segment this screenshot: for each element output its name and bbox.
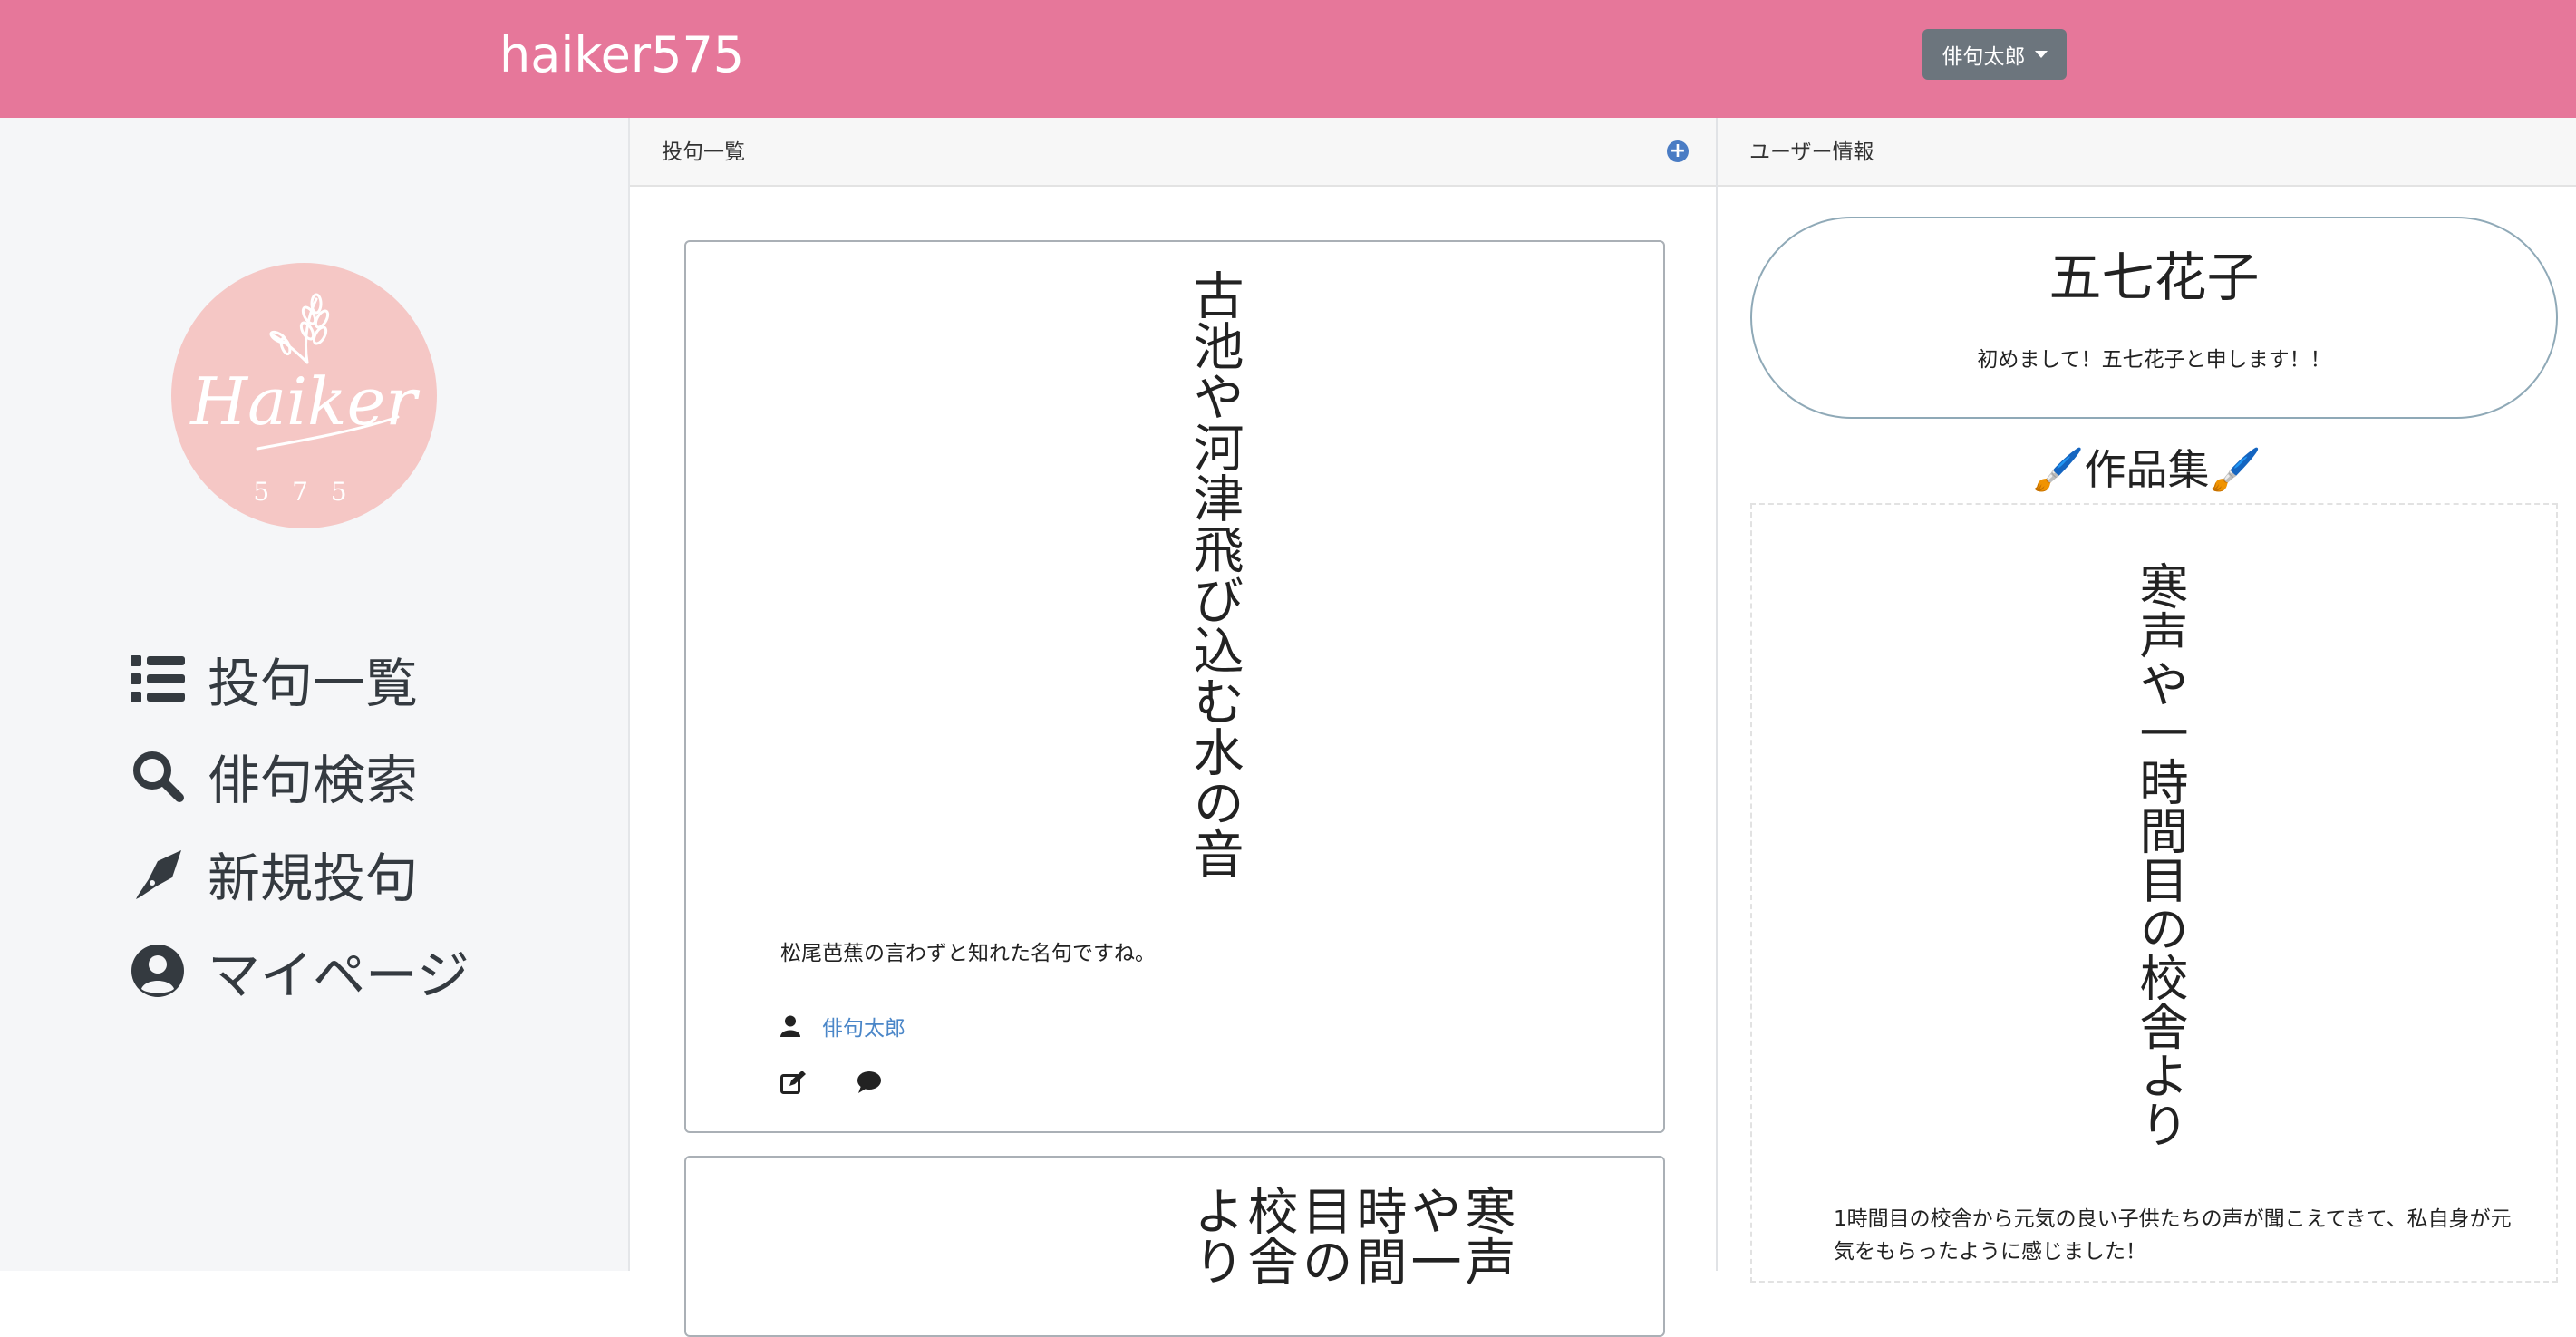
profile-bio: 初めまして！五七花子と申します！！ [1977, 348, 2331, 372]
post-list-title: 投句一覧 [662, 140, 745, 164]
wheat-icon: Haiker 5 7 5 [189, 293, 420, 507]
post-comment: 松尾芭蕉の言わずと知れた名句ですね。 [780, 942, 1156, 965]
svg-text:Haiker: Haiker [189, 363, 420, 440]
sidebar-item-label: 俳句検索 [208, 750, 419, 811]
comment-icon[interactable] [857, 1071, 882, 1094]
haiku-text: 寒声や一時間目の校舎より [2131, 561, 2188, 1148]
haiku-text: 寒声や一時間目の校舎より [1185, 1185, 1516, 1286]
sidebar: Haiker 5 7 5 投句一覧 俳句検索 新規投句 マイページ [0, 118, 630, 1271]
post-author-row: 俳句太郎 [780, 1011, 905, 1042]
pen-icon [130, 846, 186, 902]
author-link[interactable]: 俳句太郎 [822, 1011, 905, 1042]
sidebar-item-new-post[interactable]: 新規投句 [130, 836, 418, 912]
sidebar-item-label: 新規投句 [208, 848, 419, 909]
add-post-icon[interactable]: + [1667, 140, 1689, 162]
sidebar-item-label: マイページ [208, 945, 470, 1006]
post-actions [780, 1071, 882, 1094]
post-card: 寒声や一時間目の校舎より [684, 1156, 1665, 1337]
sidebar-item-my-page[interactable]: マイページ [130, 933, 470, 1009]
user-icon [780, 1015, 800, 1037]
sidebar-item-haiku-search[interactable]: 俳句検索 [130, 738, 418, 814]
edit-icon[interactable] [780, 1071, 806, 1094]
brand-logo-text[interactable]: haiker575 [499, 20, 744, 91]
svg-text:5 7 5: 5 7 5 [253, 477, 353, 507]
user-menu-dropdown[interactable]: 俳句太郎 [1922, 29, 2067, 80]
user-info-header: ユーザー情報 [1718, 118, 2576, 187]
user-info-title: ユーザー情報 [1749, 140, 1874, 164]
work-comment: 1時間目の校舎から元気の良い子供たちの声が聞こえてきて、私自身が元気をもらったよ… [1834, 1207, 2512, 1264]
sidebar-item-label: 投句一覧 [208, 653, 419, 714]
profile-name: 五七花子 [2048, 247, 2260, 308]
haiker-logo[interactable]: Haiker 5 7 5 [171, 263, 437, 528]
user-circle-icon [130, 943, 186, 999]
post-list-panel: 投句一覧 + 古池や河津飛び込む水の音 松尾芭蕉の言わずと知れた名句ですね。 俳… [630, 118, 1718, 1337]
caret-down-icon [2034, 51, 2048, 58]
post-list-header: 投句一覧 + [630, 118, 1716, 187]
top-navbar: haiker575 俳句太郎 [0, 0, 2576, 118]
search-icon [130, 748, 186, 804]
post-card: 古池や河津飛び込む水の音 松尾芭蕉の言わずと知れた名句ですね。 俳句太郎 [684, 240, 1665, 1133]
haiku-text: 古池や河津飛び込む水の音 [1185, 269, 1244, 878]
sidebar-item-post-list[interactable]: 投句一覧 [130, 641, 418, 717]
profile-card: 五七花子 初めまして！五七花子と申します！！ [1750, 217, 2558, 419]
user-info-panel: ユーザー情報 五七花子 初めまして！五七花子と申します！！ 🖌️作品集🖌️ 寒声… [1718, 118, 2576, 1283]
works-title: 🖌️作品集🖌️ [2032, 445, 2261, 494]
list-icon [130, 651, 186, 707]
user-menu-label: 俳句太郎 [1942, 45, 2026, 69]
work-card: 寒声や一時間目の校舎より 1時間目の校舎から元気の良い子供たちの声が聞こえてきて… [1750, 503, 2558, 1283]
